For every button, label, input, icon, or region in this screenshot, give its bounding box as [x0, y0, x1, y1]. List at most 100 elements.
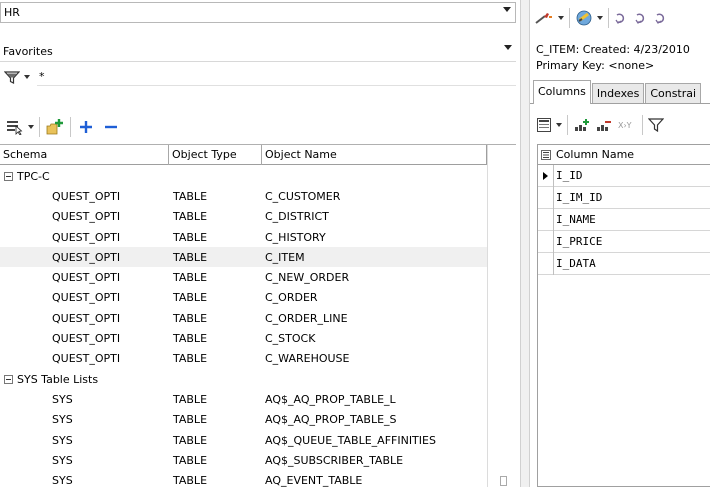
table-row[interactable]: SYS TABLE AQ$_SUBSCRIBER_TABLE — [0, 450, 487, 470]
favorites-combo-value: Favorites — [3, 44, 53, 58]
column-name-cell: I_ID — [556, 169, 583, 182]
row-selector[interactable] — [538, 230, 554, 253]
column-header-object-type[interactable]: Object Type — [169, 145, 262, 165]
table-row[interactable]: QUEST_OPTI TABLE C_WAREHOUSE — [0, 349, 487, 369]
column-header-column-name[interactable]: Column Name — [554, 148, 634, 161]
column-row[interactable]: I_ID — [538, 164, 710, 187]
object-name-cell: AQ$_QUEUE_TABLE_AFFINITIES — [265, 433, 436, 447]
table-row[interactable]: QUEST_OPTI TABLE C_ITEM — [0, 247, 487, 268]
table-row[interactable]: QUEST_OPTI TABLE C_STOCK — [0, 328, 487, 348]
grid-options-icon[interactable] — [538, 149, 554, 160]
group-row[interactable]: SYS Table Lists — [0, 369, 487, 389]
table-row[interactable]: QUEST_OPTI TABLE C_ORDER — [0, 288, 487, 308]
table-row[interactable]: QUEST_OPTI TABLE C_ORDER_LINE — [0, 308, 487, 328]
collapse-icon[interactable] — [4, 171, 13, 181]
toolbar-separator — [39, 117, 40, 137]
row-selector[interactable] — [538, 186, 554, 209]
object-name-cell: AQ$_SUBSCRIBER_TABLE — [265, 453, 404, 467]
table-row[interactable]: SYS TABLE AQ_EVENT_TABLE — [0, 470, 487, 487]
toolbar-separator — [569, 8, 570, 28]
xy-icon[interactable]: X›Y — [617, 118, 635, 132]
collapse-icon[interactable] — [4, 374, 13, 384]
wrench-icon[interactable] — [534, 11, 554, 25]
detail-tabs: Columns Indexes Constrai — [530, 80, 710, 104]
table-row[interactable]: QUEST_OPTI TABLE C_CUSTOMER — [0, 186, 487, 206]
filter-funnel-icon[interactable] — [4, 70, 20, 85]
filter-icon[interactable] — [648, 118, 664, 132]
table-row[interactable]: SYS TABLE AQ$_AQ_PROP_TABLE_S — [0, 410, 487, 430]
object-list-icon[interactable] — [6, 119, 24, 135]
schema-cell: QUEST_OPTI — [52, 271, 121, 285]
schema-cell: QUEST_OPTI — [52, 352, 121, 366]
group-row[interactable]: TPC-C — [0, 166, 487, 186]
schema-combo[interactable]: HR — [0, 2, 516, 23]
tab-constraints[interactable]: Constrai — [645, 83, 702, 103]
add-favorite-icon[interactable] — [45, 118, 65, 136]
pane-splitter[interactable] — [520, 0, 530, 487]
object-type-cell: TABLE — [173, 453, 208, 467]
chevron-down-icon[interactable] — [556, 123, 562, 127]
schema-cell: SYS — [52, 433, 73, 447]
table-row[interactable]: QUEST_OPTI TABLE C_HISTORY — [0, 227, 487, 247]
table-row[interactable]: SYS TABLE AQ$_QUEUE_TABLE_AFFINITIES — [0, 430, 487, 450]
chevron-down-icon[interactable] — [24, 75, 30, 79]
favorites-combo[interactable]: Favorites — [0, 41, 516, 62]
schema-cell: QUEST_OPTI — [52, 189, 121, 203]
column-row[interactable]: I_PRICE — [538, 230, 710, 253]
object-type-cell: TABLE — [173, 291, 208, 305]
vertical-scrollbar[interactable] — [487, 145, 516, 487]
object-toolbar — [0, 112, 516, 142]
object-name-cell: AQ$_AQ_PROP_TABLE_L — [265, 392, 396, 406]
object-info: C_ITEM: Created: 4/23/2010 Primary Key: … — [536, 42, 710, 74]
row-selector[interactable] — [538, 208, 554, 231]
object-name-cell: AQ_EVENT_TABLE — [265, 474, 363, 487]
grid-options-icon[interactable] — [536, 117, 552, 133]
tab-columns[interactable]: Columns — [533, 80, 591, 104]
column-row[interactable]: I_DATA — [538, 252, 710, 275]
tab-indexes[interactable]: Indexes — [591, 83, 645, 103]
object-name-cell: C_STOCK — [265, 332, 316, 346]
toolbar-separator — [642, 115, 643, 135]
object-type-cell: TABLE — [173, 189, 208, 203]
refresh-icon[interactable] — [654, 10, 668, 26]
toolbar-separator — [608, 8, 609, 28]
row-selector[interactable] — [538, 164, 554, 187]
schema-cell: SYS — [52, 474, 73, 487]
scrollbar-thumb[interactable] — [500, 476, 507, 486]
object-name-cell: C_ORDER_LINE — [265, 311, 348, 325]
schema-cell: QUEST_OPTI — [52, 332, 121, 346]
object-name-cell: C_WAREHOUSE — [265, 352, 350, 366]
refresh-icon[interactable] — [614, 10, 628, 26]
object-type-cell: TABLE — [173, 352, 208, 366]
table-row[interactable]: SYS TABLE AQ$_AQ_PROP_TABLE_L — [0, 389, 487, 409]
minus-icon[interactable] — [104, 119, 118, 135]
schema-cell: QUEST_OPTI — [52, 311, 121, 325]
schema-cell: SYS — [52, 413, 73, 427]
grid-header: Schema Object Type Object Name — [0, 145, 487, 165]
column-header-object-name[interactable]: Object Name — [262, 145, 487, 165]
plus-icon[interactable] — [78, 119, 94, 135]
filter-input[interactable] — [37, 68, 516, 86]
chevron-down-icon[interactable] — [597, 16, 603, 20]
refresh-icon[interactable] — [634, 10, 648, 26]
column-header-schema[interactable]: Schema — [0, 145, 169, 165]
schema-cell: QUEST_OPTI — [52, 291, 121, 305]
chevron-down-icon[interactable] — [504, 45, 512, 50]
group-label: TPC-C — [17, 169, 50, 183]
add-column-icon[interactable] — [573, 118, 591, 132]
row-selector[interactable] — [538, 252, 554, 275]
chevron-down-icon[interactable] — [28, 125, 34, 129]
table-row[interactable]: QUEST_OPTI TABLE C_NEW_ORDER — [0, 267, 487, 287]
object-type-cell: TABLE — [173, 332, 208, 346]
database-icon[interactable] — [575, 9, 593, 27]
objects-grid: Schema Object Type Object Name TPC-C QUES… — [0, 144, 516, 487]
column-row[interactable]: I_IM_ID — [538, 186, 710, 209]
remove-column-icon[interactable] — [595, 118, 613, 132]
chevron-down-icon[interactable] — [503, 7, 511, 12]
schema-cell: SYS — [52, 392, 73, 406]
column-row[interactable]: I_NAME — [538, 208, 710, 231]
chevron-down-icon[interactable] — [558, 16, 564, 20]
table-row[interactable]: QUEST_OPTI TABLE C_DISTRICT — [0, 207, 487, 227]
object-name-cell: C_NEW_ORDER — [265, 271, 350, 285]
toolbar-separator — [567, 115, 568, 135]
